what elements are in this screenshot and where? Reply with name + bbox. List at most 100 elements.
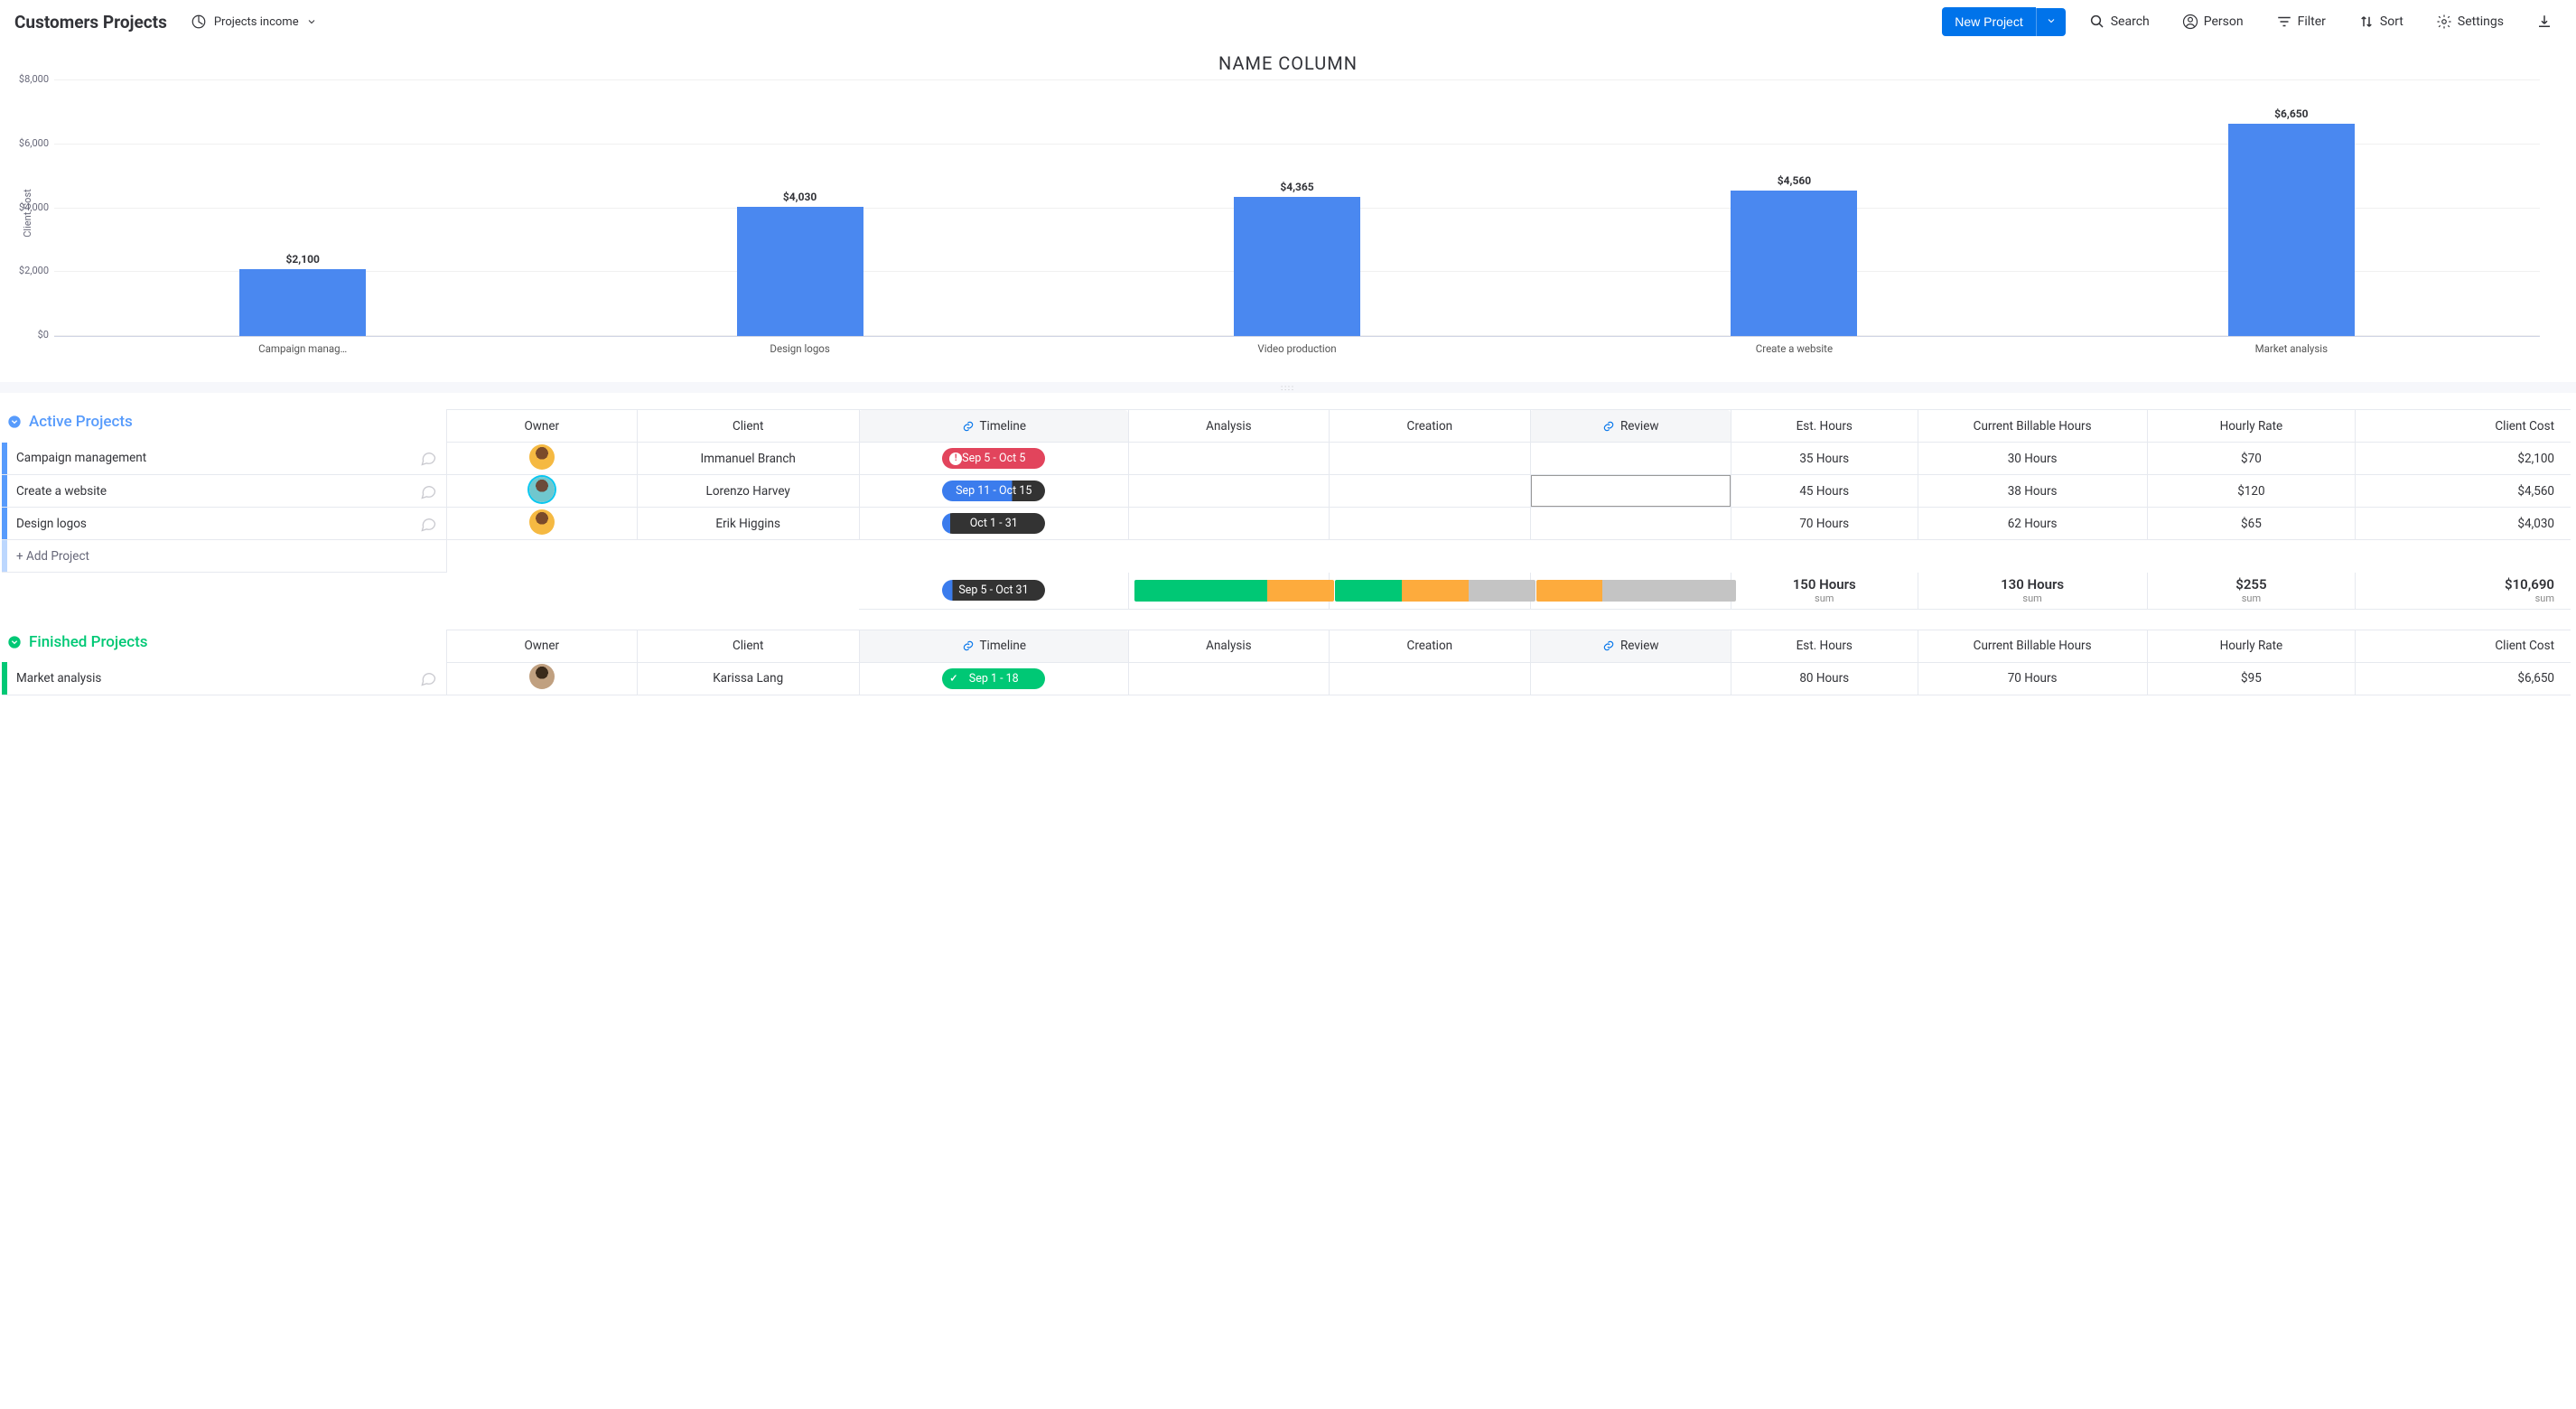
status-analysis[interactable]: Done xyxy=(1128,443,1329,475)
column-header-analysis[interactable]: Analysis xyxy=(1128,410,1329,443)
conversation-icon[interactable] xyxy=(419,482,437,500)
timeline-cell[interactable]: Sep 1 - 18 xyxy=(859,662,1128,695)
status-creation[interactable]: Working on it xyxy=(1330,475,1530,508)
owner-cell[interactable] xyxy=(447,662,638,695)
column-header-client[interactable]: Client xyxy=(637,630,859,662)
link-icon xyxy=(1602,420,1615,433)
status-analysis[interactable]: Done xyxy=(1128,662,1329,695)
filter-button[interactable]: Filter xyxy=(2267,8,2335,35)
rate-cell[interactable]: $70 xyxy=(2147,443,2355,475)
column-header-creation[interactable]: Creation xyxy=(1330,630,1530,662)
board-title[interactable]: Customers Projects xyxy=(14,12,167,33)
status-review[interactable]: Done xyxy=(1530,662,1731,695)
owner-cell[interactable] xyxy=(447,475,638,508)
summary-creation xyxy=(1330,573,1530,610)
column-header-cost[interactable]: Client Cost xyxy=(2356,630,2571,662)
settings-button[interactable]: Settings xyxy=(2427,8,2513,35)
client-cell[interactable]: Karissa Lang xyxy=(637,662,859,695)
billable-cell[interactable]: 30 Hours xyxy=(1918,443,2147,475)
rate-cell[interactable]: $65 xyxy=(2147,508,2355,540)
group-title[interactable]: Finished Projects xyxy=(29,633,148,651)
link-icon xyxy=(1602,639,1615,652)
client-cell[interactable]: Immanuel Branch xyxy=(637,443,859,475)
column-header-analysis[interactable]: Analysis xyxy=(1128,630,1329,662)
conversation-icon[interactable] xyxy=(419,449,437,467)
cost-cell[interactable]: $6,650 xyxy=(2356,662,2571,695)
column-header-creation[interactable]: Creation xyxy=(1330,410,1530,443)
item-name[interactable]: Campaign management xyxy=(16,451,146,465)
table-row[interactable]: Design logos Erik Higgins Oct 1 - 31 Wor… xyxy=(2,508,2571,540)
pane-resize-handle[interactable]: :::: xyxy=(0,382,2576,393)
est-hours-cell[interactable]: 35 Hours xyxy=(1731,443,1918,475)
column-header-est-hours[interactable]: Est. Hours xyxy=(1731,410,1918,443)
chart-bar[interactable] xyxy=(1234,197,1360,336)
status-review[interactable] xyxy=(1530,475,1731,508)
add-item-row[interactable]: + Add Project xyxy=(2,540,2571,573)
rate-cell[interactable]: $95 xyxy=(2147,662,2355,695)
conversation-icon[interactable] xyxy=(419,669,437,687)
view-selector[interactable]: Projects income xyxy=(182,8,326,35)
column-header-review[interactable]: Review xyxy=(1530,410,1731,443)
billable-cell[interactable]: 70 Hours xyxy=(1918,662,2147,695)
summary-cost: $10,690sum xyxy=(2356,573,2571,610)
person-filter-button[interactable]: Person xyxy=(2173,8,2253,35)
column-header-rate[interactable]: Hourly Rate xyxy=(2147,630,2355,662)
timeline-cell[interactable]: Sep 5 - Oct 5 xyxy=(859,443,1128,475)
group-title[interactable]: Active Projects xyxy=(29,413,133,431)
timeline-cell[interactable]: Sep 11 - Oct 15 xyxy=(859,475,1128,508)
table-row[interactable]: Market analysis Karissa Lang Sep 1 - 18 … xyxy=(2,662,2571,695)
sort-button[interactable]: Sort xyxy=(2349,8,2413,35)
status-creation[interactable]: Done xyxy=(1330,443,1530,475)
search-button[interactable]: Search xyxy=(2080,8,2159,35)
chart-bar[interactable] xyxy=(239,269,366,336)
timeline-cell[interactable]: Oct 1 - 31 xyxy=(859,508,1128,540)
client-cell[interactable]: Erik Higgins xyxy=(637,508,859,540)
cost-cell[interactable]: $4,030 xyxy=(2356,508,2571,540)
column-header-owner[interactable]: Owner xyxy=(447,630,638,662)
column-header-billable[interactable]: Current Billable Hours xyxy=(1918,630,2147,662)
download-button[interactable] xyxy=(2527,8,2562,35)
status-creation[interactable]: Done xyxy=(1330,662,1530,695)
status-analysis[interactable]: Working on it xyxy=(1128,508,1329,540)
rate-cell[interactable]: $120 xyxy=(2147,475,2355,508)
status-review[interactable] xyxy=(1530,508,1731,540)
cost-cell[interactable]: $2,100 xyxy=(2356,443,2571,475)
column-header-owner[interactable]: Owner xyxy=(447,410,638,443)
billable-cell[interactable]: 62 Hours xyxy=(1918,508,2147,540)
item-name[interactable]: Market analysis xyxy=(16,671,101,686)
item-name[interactable]: Design logos xyxy=(16,517,87,531)
conversation-icon[interactable] xyxy=(419,515,437,533)
chart-bar[interactable] xyxy=(1731,191,1857,336)
chart-bar[interactable] xyxy=(737,207,863,336)
est-hours-cell[interactable]: 80 Hours xyxy=(1731,662,1918,695)
column-header-client[interactable]: Client xyxy=(637,410,859,443)
column-header-rate[interactable]: Hourly Rate xyxy=(2147,410,2355,443)
column-header-review[interactable]: Review xyxy=(1530,630,1731,662)
summary-est-hours: 150 Hourssum xyxy=(1731,573,1918,610)
status-creation[interactable] xyxy=(1330,508,1530,540)
owner-cell[interactable] xyxy=(447,508,638,540)
owner-cell[interactable] xyxy=(447,443,638,475)
column-header-cost[interactable]: Client Cost xyxy=(2356,410,2571,443)
cost-cell[interactable]: $4,560 xyxy=(2356,475,2571,508)
status-review[interactable]: Working on it xyxy=(1530,443,1731,475)
new-project-button[interactable]: New Project xyxy=(1942,7,2035,36)
column-header-timeline[interactable]: Timeline xyxy=(859,410,1128,443)
table-row[interactable]: Create a website Lorenzo Harvey Sep 11 -… xyxy=(2,475,2571,508)
new-project-dropdown[interactable] xyxy=(2036,8,2066,36)
billable-cell[interactable]: 38 Hours xyxy=(1918,475,2147,508)
table-row[interactable]: Campaign management Immanuel Branch Sep … xyxy=(2,443,2571,475)
group-collapse-toggle[interactable] xyxy=(5,633,23,651)
item-name[interactable]: Create a website xyxy=(16,484,107,499)
status-analysis[interactable]: Done xyxy=(1128,475,1329,508)
group-collapse-toggle[interactable] xyxy=(5,413,23,431)
chart-plot-area[interactable]: $0 $2,000 $4,000 $6,000 $8,000 $2,100 $4… xyxy=(54,79,2540,337)
client-cell[interactable]: Lorenzo Harvey xyxy=(637,475,859,508)
column-header-billable[interactable]: Current Billable Hours xyxy=(1918,410,2147,443)
est-hours-cell[interactable]: 45 Hours xyxy=(1731,475,1918,508)
summary-billable: 130 Hourssum xyxy=(1918,573,2147,610)
chart-bar[interactable] xyxy=(2228,124,2355,336)
est-hours-cell[interactable]: 70 Hours xyxy=(1731,508,1918,540)
column-header-est-hours[interactable]: Est. Hours xyxy=(1731,630,1918,662)
column-header-timeline[interactable]: Timeline xyxy=(859,630,1128,662)
